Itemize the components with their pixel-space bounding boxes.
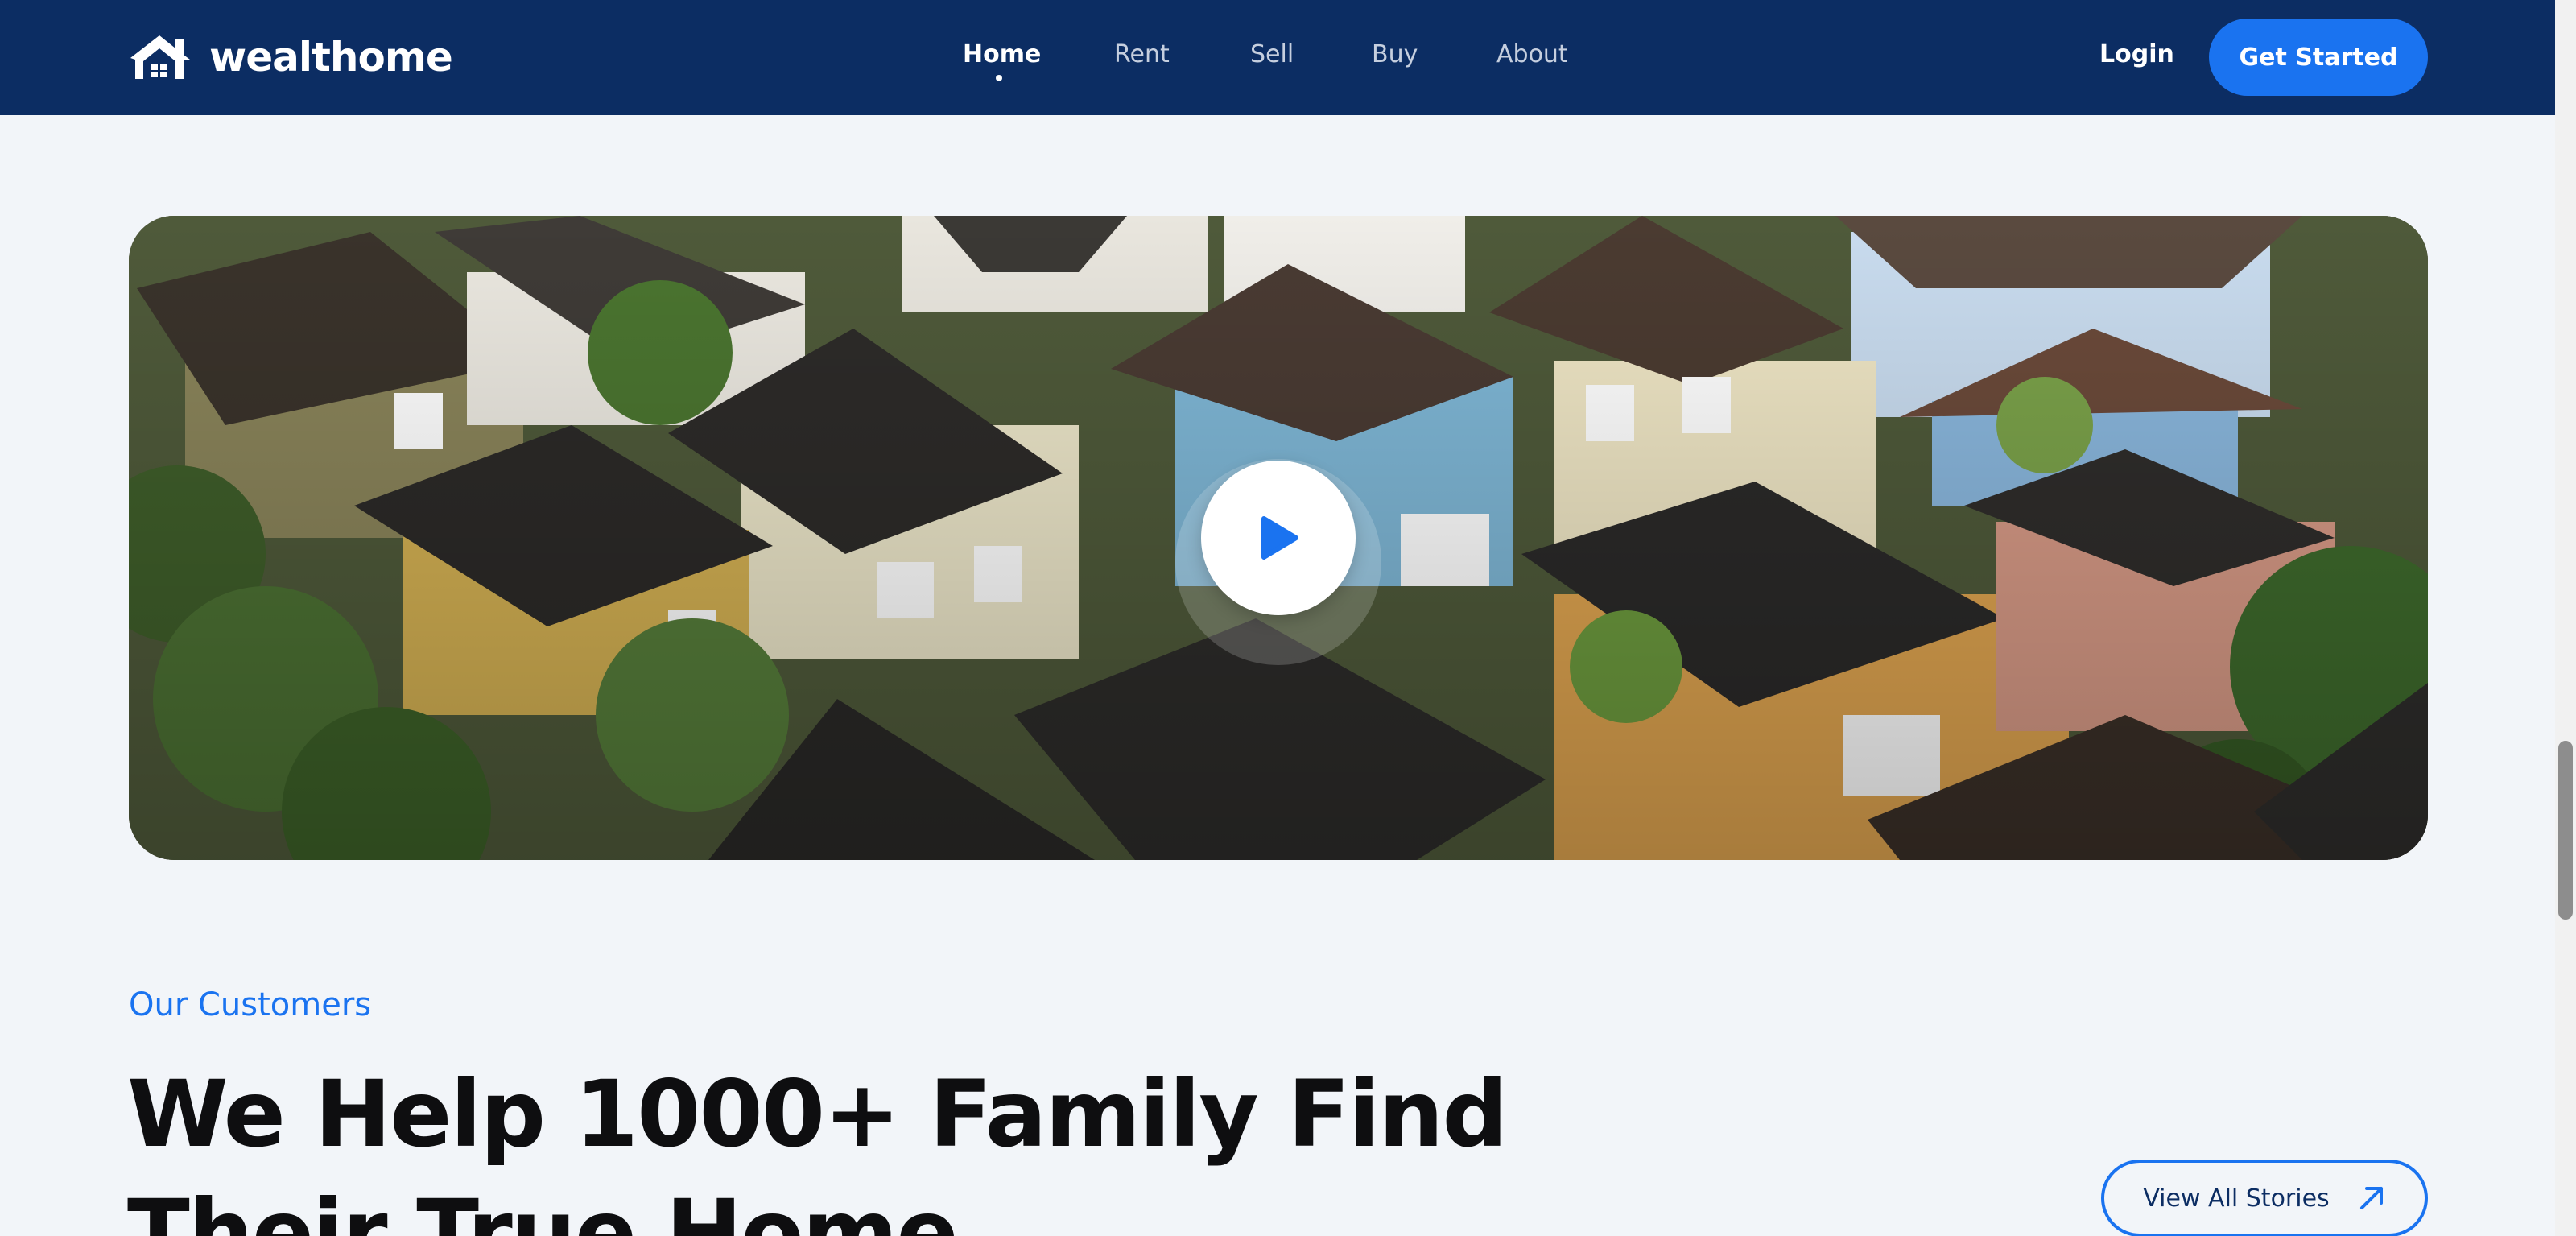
nav-item-home[interactable]: Home: [963, 40, 1041, 68]
section-headline: We Help 1000+ Family Find Their True Hom…: [127, 1060, 1508, 1236]
page-scrollbar-thumb[interactable]: [2558, 741, 2573, 920]
top-navbar: wealthome Home Rent Sell Buy About Login…: [0, 0, 2555, 115]
play-icon: [1261, 516, 1298, 560]
arrow-up-right-icon: [2359, 1187, 2383, 1209]
nav-item-buy[interactable]: Buy: [1372, 40, 1418, 68]
view-all-stories-button[interactable]: View All Stories: [2101, 1160, 2428, 1236]
login-link[interactable]: Login: [2099, 40, 2174, 68]
section-eyebrow: Our Customers: [129, 986, 372, 1023]
view-all-stories-label: View All Stories: [2143, 1184, 2330, 1213]
nav-item-about[interactable]: About: [1496, 40, 1568, 68]
nav-item-rent[interactable]: Rent: [1114, 40, 1170, 68]
page-scrollbar-track[interactable]: [2555, 0, 2576, 1236]
get-started-button[interactable]: Get Started: [2209, 19, 2428, 96]
active-indicator-dot: [996, 75, 1002, 81]
play-video-button[interactable]: [1201, 461, 1356, 615]
nav-item-sell[interactable]: Sell: [1250, 40, 1294, 68]
